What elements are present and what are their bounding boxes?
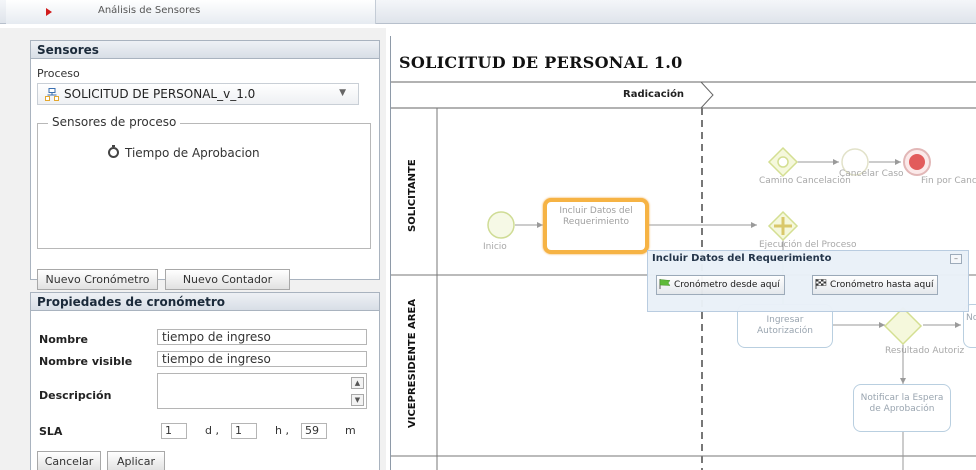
process-select-value: SOLICITUD DE PERSONAL_v_1.0 (64, 87, 256, 101)
process-sensors-fieldset: Sensores de proceso Tiempo de Aprobacion (37, 115, 371, 249)
name-field[interactable]: tiempo de ingreso (157, 329, 367, 345)
gateway-ejecucion-label: Ejecución del Proceso (759, 240, 857, 250)
arrowhead-to-gateway (751, 222, 757, 228)
gateway-camino-marker (777, 156, 789, 168)
task-incluir-datos[interactable]: Incluir Datos del Requerimiento (543, 198, 649, 254)
new-chronometer-button[interactable]: Nuevo Cronómetro (37, 269, 158, 290)
description-label: Descripción (39, 389, 112, 402)
sla-hours-field[interactable]: 1 (231, 423, 257, 439)
properties-panel-header: Propiedades de cronómetro (31, 293, 379, 311)
arrowhead-to-cancelar (833, 159, 839, 165)
chronometer-from-here-button[interactable]: Cronómetro desde aquí (656, 275, 785, 295)
arrowhead-to-partial (955, 322, 961, 328)
sla-days-unit: d , (205, 424, 219, 437)
popup-title: Incluir Datos del Requerimiento (652, 253, 832, 264)
task-notificar-espera[interactable]: Notificar la Espera de Aprobación (853, 384, 951, 432)
task-notificar-label: Notificar la Espera de Aprobación (860, 393, 944, 414)
process-label: Proceso (37, 67, 80, 80)
task-partial-label: No (966, 313, 976, 323)
sensor-item[interactable]: Tiempo de Aprobacion (108, 145, 260, 160)
arrowhead-to-fin (895, 159, 901, 165)
start-event-label: Inicio (483, 242, 507, 252)
scroll-down-icon[interactable]: ▼ (351, 394, 364, 406)
tab-analisis-sensores[interactable]: Análisis de Sensores (6, 0, 376, 24)
stopwatch-icon (108, 145, 119, 158)
name-label: Nombre (39, 333, 88, 346)
chronometer-to-here-label: Cronómetro hasta aquí (830, 280, 934, 290)
sla-minutes-field[interactable]: 59 (301, 423, 327, 439)
chevron-down-icon[interactable]: ▼ (339, 88, 346, 98)
task-incluir-label: Incluir Datos del Requerimiento (559, 206, 633, 227)
cancel-button[interactable]: Cancelar (37, 451, 101, 470)
process-tree-icon (45, 88, 59, 101)
gateway-resultado (883, 306, 923, 346)
end-event-fin-core (909, 154, 925, 170)
checkered-flag-icon (815, 279, 827, 289)
apply-button[interactable]: Aplicar (107, 451, 165, 470)
task-sensor-popup: Incluir Datos del Requerimiento – Cronóm… (647, 250, 969, 312)
lane-label-vicepresidente: VICEPRESIDENTE AREA (407, 298, 418, 428)
top-tab-bar: Análisis de Sensores (0, 0, 976, 24)
sensores-panel-header: Sensores (31, 41, 379, 59)
left-column: Sensores Proceso SOLICITUD DE PERSONAL_v… (0, 28, 386, 470)
visible-name-label: Nombre visible (39, 355, 133, 368)
scroll-up-icon[interactable]: ▲ (351, 377, 364, 389)
new-counter-button[interactable]: Nuevo Contador (165, 269, 290, 290)
sensor-item-label: Tiempo de Aprobacion (125, 146, 260, 160)
start-event (487, 211, 515, 239)
tab-arrow-icon (46, 8, 52, 16)
task-ingresar-label: Ingresar Autorización (757, 315, 813, 336)
chronometer-from-here-label: Cronómetro desde aquí (674, 280, 780, 290)
tab-label: Análisis de Sensores (98, 5, 201, 16)
phase-label: Radicación (623, 89, 685, 100)
description-field[interactable]: ▲ ▼ (157, 373, 367, 409)
sla-hours-unit: h , (275, 424, 289, 437)
process-sensors-legend: Sensores de proceso (48, 115, 181, 129)
gateway-camino-label: Camino Cancelación (759, 176, 851, 186)
popup-minimize-icon[interactable]: – (950, 254, 962, 264)
process-select[interactable]: SOLICITUD DE PERSONAL_v_1.0 ▼ (37, 83, 359, 105)
sla-label: SLA (39, 425, 63, 438)
process-diagram-canvas[interactable]: SOLICITUD DE PERSONAL 1.0 Radicación SOL… (390, 36, 976, 470)
cancel-case-label: Cancelar Caso (839, 169, 904, 179)
sla-group: 1 d , 1 h , 59 m (161, 423, 367, 441)
gateway-resultado-label: Resultado Autoriz (885, 346, 965, 356)
chronometer-to-here-button[interactable]: Cronómetro hasta aquí (812, 275, 939, 295)
chronometer-properties-panel: Propiedades de cronómetro Nombre tiempo … (30, 292, 380, 470)
visible-name-field[interactable]: tiempo de ingreso (157, 351, 367, 367)
end-event-fin-label: Fin por Canc (921, 176, 976, 186)
arrowhead-to-resultado (879, 322, 885, 328)
sla-minutes-unit: m (345, 424, 356, 437)
lane-label-solicitante: SOLICITANTE (407, 159, 418, 232)
sensores-panel: Sensores Proceso SOLICITUD DE PERSONAL_v… (30, 40, 380, 290)
sla-days-field[interactable]: 1 (161, 423, 187, 439)
green-flag-icon (659, 279, 671, 289)
